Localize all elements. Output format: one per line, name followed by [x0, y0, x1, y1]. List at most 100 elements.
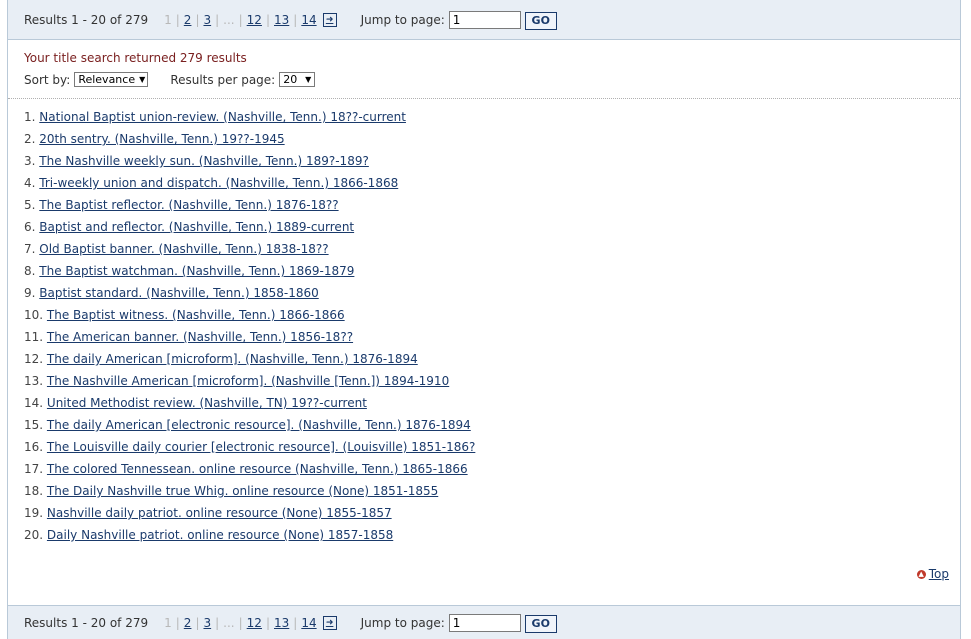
pagination-bar-bottom: Results 1 - 20 of 279 1 | 2 | 3 | ... | … [8, 605, 960, 639]
current-page: 1 [164, 615, 172, 630]
page-link-13[interactable]: 13 [274, 616, 289, 630]
page-link-12[interactable]: 12 [247, 616, 262, 630]
result-number: 18. [24, 484, 44, 498]
result-title-link[interactable]: 20th sentry. (Nashville, Tenn.) 19??-194… [39, 132, 284, 146]
results-per-page-select[interactable]: 20 ▼ [279, 72, 316, 87]
result-number: 2. [24, 132, 36, 146]
list-item: 20. Daily Nashville patriot. online reso… [24, 526, 475, 548]
next-page-arrow-icon[interactable]: ➜ [322, 12, 337, 27]
list-item: 16. The Louisville daily courier [electr… [24, 438, 475, 460]
pager: 1 | 2 | 3 | ... | 12 | 13 | 14 ➜ [164, 12, 337, 27]
current-page: 1 [164, 12, 172, 27]
result-title-link[interactable]: The American banner. (Nashville, Tenn.) … [47, 330, 353, 344]
list-item: 8. The Baptist watchman. (Nashville, Ten… [24, 262, 475, 284]
result-number: 9. [24, 286, 36, 300]
jump-to-page-input[interactable] [448, 613, 521, 632]
list-item: 1. National Baptist union-review. (Nashv… [24, 108, 475, 130]
result-title-link[interactable]: Baptist standard. (Nashville, Tenn.) 185… [39, 286, 318, 300]
list-item: 7. Old Baptist banner. (Nashville, Tenn.… [24, 240, 475, 262]
result-title-link[interactable]: Old Baptist banner. (Nashville, Tenn.) 1… [39, 242, 328, 256]
result-number: 15. [24, 418, 44, 432]
jump-to-page-label: Jump to page: [360, 615, 445, 630]
result-title-link[interactable]: Baptist and reflector. (Nashville, Tenn.… [39, 220, 354, 234]
chevron-down-icon: ▼ [305, 75, 312, 84]
result-number: 7. [24, 242, 36, 256]
sort-controls: Sort by: Relevance ▼ Results per page: 2… [24, 72, 316, 87]
result-title-link[interactable]: The daily American [electronic resource]… [47, 418, 471, 432]
result-title-link[interactable]: The colored Tennessean. online resource … [47, 462, 468, 476]
list-item: 5. The Baptist reflector. (Nashville, Te… [24, 196, 475, 218]
pager: 1 | 2 | 3 | ... | 12 | 13 | 14 ➜ [164, 615, 337, 630]
sort-by-label: Sort by: [24, 72, 71, 87]
result-title-link[interactable]: Nashville daily patriot. online resource… [47, 506, 392, 520]
results-count: Results 1 - 20 of 279 [24, 615, 149, 630]
list-item: 11. The American banner. (Nashville, Ten… [24, 328, 475, 350]
result-title-link[interactable]: Daily Nashville patriot. online resource… [47, 528, 393, 542]
page-ellipsis: ... [223, 12, 235, 27]
result-title-link[interactable]: The Baptist witness. (Nashville, Tenn.) … [47, 308, 345, 322]
result-number: 16. [24, 440, 44, 454]
go-button[interactable]: GO [524, 11, 557, 30]
result-number: 13. [24, 374, 44, 388]
result-title-link[interactable]: The Daily Nashville true Whig. online re… [47, 484, 438, 498]
list-item: 15. The daily American [electronic resou… [24, 416, 475, 438]
sort-by-select[interactable]: Relevance ▼ [74, 72, 149, 87]
result-title-link[interactable]: The daily American [microform]. (Nashvil… [47, 352, 418, 366]
list-item: 3. The Nashville weekly sun. (Nashville,… [24, 152, 475, 174]
list-item: 17. The colored Tennessean. online resou… [24, 460, 475, 482]
page-link-14[interactable]: 14 [301, 13, 316, 27]
page-link-13[interactable]: 13 [274, 13, 289, 27]
list-item: 6. Baptist and reflector. (Nashville, Te… [24, 218, 475, 240]
list-item: 18. The Daily Nashville true Whig. onlin… [24, 482, 475, 504]
result-number: 6. [24, 220, 36, 234]
result-number: 4. [24, 176, 36, 190]
arrow-up-circle-icon: ▲ [916, 569, 926, 579]
result-title-link[interactable]: The Nashville American [microform]. (Nas… [47, 374, 449, 388]
result-number: 11. [24, 330, 44, 344]
page-link-3[interactable]: 3 [203, 13, 211, 27]
result-title-link[interactable]: United Methodist review. (Nashville, TN)… [47, 396, 367, 410]
result-number: 14. [24, 396, 44, 410]
results-count: Results 1 - 20 of 279 [24, 12, 149, 27]
result-number: 17. [24, 462, 44, 476]
chevron-down-icon: ▼ [139, 75, 146, 84]
result-title-link[interactable]: National Baptist union-review. (Nashvill… [39, 110, 406, 124]
pagination-bar-top: Results 1 - 20 of 279 1 | 2 | 3 | ... | … [8, 0, 960, 40]
list-item: 14. United Methodist review. (Nashville,… [24, 394, 475, 416]
result-number: 12. [24, 352, 44, 366]
next-page-arrow-icon[interactable]: ➜ [322, 615, 337, 630]
results-panel: Results 1 - 20 of 279 1 | 2 | 3 | ... | … [7, 0, 961, 639]
result-number: 10. [24, 308, 44, 322]
result-number: 3. [24, 154, 36, 168]
list-item: 4. Tri-weekly union and dispatch. (Nashv… [24, 174, 475, 196]
list-item: 19. Nashville daily patriot. online reso… [24, 504, 475, 526]
page-link-2[interactable]: 2 [184, 616, 192, 630]
result-number: 20. [24, 528, 44, 542]
top-link[interactable]: Top [929, 567, 949, 581]
result-title-link[interactable]: Tri-weekly union and dispatch. (Nashvill… [39, 176, 398, 190]
result-number: 19. [24, 506, 44, 520]
list-item: 10. The Baptist witness. (Nashville, Ten… [24, 306, 475, 328]
results-list: 1. National Baptist union-review. (Nashv… [24, 108, 475, 548]
result-number: 1. [24, 110, 36, 124]
page-link-3[interactable]: 3 [203, 616, 211, 630]
search-summary: Your title search returned 279 results S… [8, 41, 960, 99]
jump-to-page-label: Jump to page: [360, 12, 445, 27]
result-title-link[interactable]: The Baptist watchman. (Nashville, Tenn.)… [39, 264, 354, 278]
page-link-14[interactable]: 14 [301, 616, 316, 630]
list-item: 13. The Nashville American [microform]. … [24, 372, 475, 394]
go-button[interactable]: GO [524, 614, 557, 633]
result-title-link[interactable]: The Baptist reflector. (Nashville, Tenn.… [39, 198, 338, 212]
list-item: 9. Baptist standard. (Nashville, Tenn.) … [24, 284, 475, 306]
page-link-2[interactable]: 2 [184, 13, 192, 27]
back-to-top: ▲ Top [916, 567, 949, 581]
search-result-message: Your title search returned 279 results [24, 51, 247, 65]
jump-to-page-input[interactable] [448, 10, 521, 29]
page-link-12[interactable]: 12 [247, 13, 262, 27]
result-title-link[interactable]: The Louisville daily courier [electronic… [47, 440, 475, 454]
result-number: 8. [24, 264, 36, 278]
list-item: 2. 20th sentry. (Nashville, Tenn.) 19??-… [24, 130, 475, 152]
list-item: 12. The daily American [microform]. (Nas… [24, 350, 475, 372]
result-number: 5. [24, 198, 36, 212]
result-title-link[interactable]: The Nashville weekly sun. (Nashville, Te… [39, 154, 369, 168]
